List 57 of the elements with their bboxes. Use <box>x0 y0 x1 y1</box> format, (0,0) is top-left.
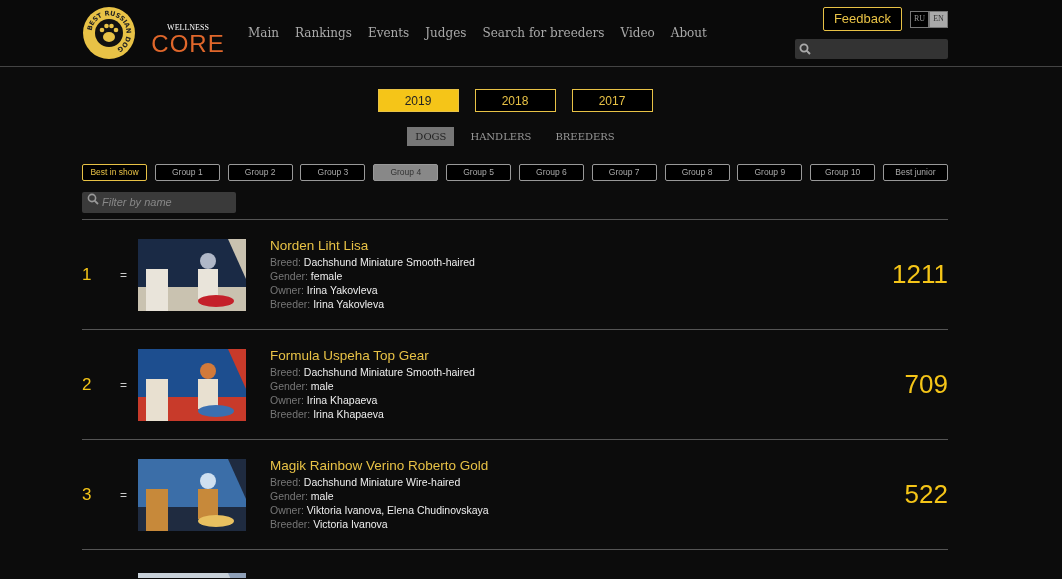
group-tab[interactable]: Group 4 <box>373 164 439 181</box>
group-tab[interactable]: Group 3 <box>300 164 366 181</box>
language-button[interactable]: EN <box>929 10 948 28</box>
nav-link[interactable]: Judges <box>425 24 467 42</box>
score: 709 <box>904 368 948 401</box>
year-tab[interactable]: 2017 <box>571 89 653 112</box>
category-tab[interactable]: BREEDERS <box>547 127 623 146</box>
dog-detail: Gender: female <box>270 268 344 283</box>
dog-detail: Breeder: Irina Yakovleva <box>270 296 386 311</box>
dog-detail: Gender: male <box>270 378 335 393</box>
rank-number: 3 <box>82 483 93 506</box>
rank-number: 2 <box>82 373 93 396</box>
rank-change: = <box>120 266 128 284</box>
nav-link[interactable]: Search for breeders <box>482 24 605 42</box>
year-tab[interactable]: 2018 <box>474 89 556 112</box>
search-icon <box>799 42 811 55</box>
year-tab[interactable]: 2019 <box>377 89 459 112</box>
dog-name[interactable]: Norden Liht Lisa <box>270 238 475 255</box>
dog-detail: Owner: Irina Khapaeva <box>270 392 379 407</box>
feedback-button[interactable]: Feedback <box>822 7 902 31</box>
nav-link[interactable]: Video <box>620 24 655 42</box>
sponsor-logo[interactable]: WELLNESS CORE <box>152 10 224 56</box>
group-tab[interactable]: Group 1 <box>154 164 220 181</box>
nav-link[interactable]: Rankings <box>295 24 352 42</box>
rank-change: = <box>120 486 128 504</box>
dog-detail: Gender: male <box>270 488 335 503</box>
dog-detail: Breed: Dachshund Miniature Smooth-haired <box>270 254 475 269</box>
category-tab[interactable]: DOGS <box>407 127 455 146</box>
dog-detail: Breeder: Irina Khapaeva <box>270 406 385 421</box>
score: 522 <box>904 478 948 511</box>
dog-name[interactable]: Magik Rainbow Verino Roberto Gold <box>270 458 489 475</box>
rank-change: = <box>120 376 128 394</box>
rank-number: 1 <box>82 263 93 286</box>
group-tab[interactable]: Group 7 <box>591 164 657 181</box>
score: 1211 <box>892 258 948 291</box>
nav-link[interactable]: Events <box>367 24 410 42</box>
search-icon <box>87 193 99 205</box>
group-tab[interactable]: Group 6 <box>518 164 584 181</box>
group-tab[interactable]: Best in show <box>82 164 147 181</box>
dog-detail: Breed: Dachshund Miniature Wire-haired <box>270 474 462 489</box>
group-tab[interactable]: Group 9 <box>737 164 803 181</box>
group-tab[interactable]: Best junior <box>882 164 948 181</box>
search-field[interactable] <box>795 38 948 59</box>
nav-link[interactable]: About <box>670 24 707 42</box>
nav-link[interactable]: Main <box>248 24 279 42</box>
dog-detail: Owner: Viktoria Ivanova, Elena Chudinovskaya <box>270 502 489 517</box>
group-tab[interactable]: Group 8 <box>664 164 730 181</box>
dog-name[interactable]: Formula Uspeha Top Gear <box>270 348 475 365</box>
dog-detail: Owner: Irina Yakovleva <box>270 282 379 297</box>
category-tab[interactable]: HANDLERS <box>462 127 540 146</box>
dog-detail: Breed: Dachshund Miniature Smooth-haired <box>270 364 475 379</box>
filter-field[interactable]: Filter by name <box>82 191 236 213</box>
language-button[interactable]: RU <box>910 10 929 28</box>
group-tab[interactable]: Group 10 <box>810 164 876 181</box>
group-tab[interactable]: Group 5 <box>446 164 512 181</box>
group-tab[interactable]: Group 2 <box>227 164 293 181</box>
dog-detail: Breeder: Victoria Ivanova <box>270 516 389 531</box>
